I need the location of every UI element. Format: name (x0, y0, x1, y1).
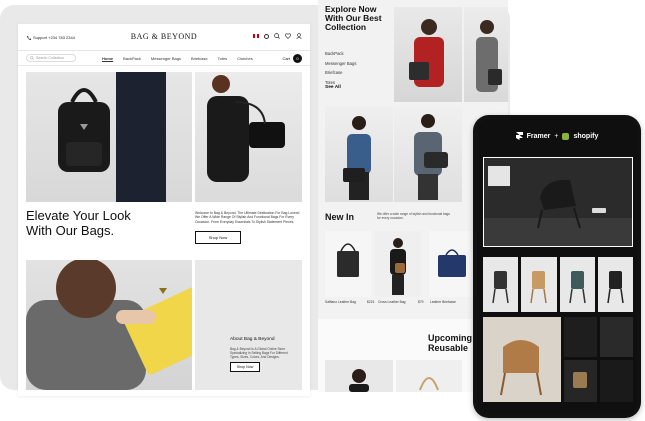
yellow-clutch-model-image (26, 260, 192, 390)
chair-thumbnail-row (483, 257, 633, 312)
dark-chair-icon (492, 271, 509, 304)
about-text: Bag & Beyond Is A Global Online Store Sp… (230, 347, 288, 359)
teal-chair-icon (568, 271, 586, 304)
framer-shopify-bar: Framer + shopify (477, 119, 637, 153)
search-input[interactable]: Search Collection (26, 54, 76, 62)
globe-icon[interactable] (264, 33, 269, 39)
header-icons (253, 33, 302, 39)
crossbody-model-image (390, 238, 406, 295)
shopify-label: shopify (573, 132, 599, 140)
product-card[interactable] (429, 231, 475, 297)
black-tote-image (337, 243, 359, 277)
model-denim-shirt-image (343, 116, 371, 200)
product-name: Cross Leather Bag (378, 300, 406, 304)
collection-image[interactable] (394, 7, 462, 102)
nav-links: Home BackPack Messenger Bags Briefcase T… (102, 56, 253, 61)
new-in-title: New In (325, 212, 355, 222)
chair-hero-image[interactable] (483, 157, 633, 247)
category-item[interactable]: Messenger Bags (325, 59, 356, 69)
shopify-bag-icon (562, 132, 570, 140)
chair-gallery (483, 317, 633, 402)
nav-item-clutches[interactable]: Clutches (237, 56, 253, 61)
upcoming-image[interactable] (325, 360, 393, 392)
flag-icon[interactable] (253, 34, 259, 38)
model-thumbnail-image (349, 369, 369, 392)
collection-image[interactable] (464, 7, 508, 102)
category-list: BackPack Messenger Bags Briefcase Totes (325, 49, 356, 87)
product-name: Saffiano Leather Bag (325, 300, 356, 304)
product-card[interactable] (325, 231, 371, 297)
nav-item-briefcase[interactable]: Briefcase (191, 56, 208, 61)
collection-image[interactable] (394, 106, 462, 202)
user-icon[interactable] (296, 33, 302, 39)
collection-image[interactable] (325, 106, 393, 202)
cart-count-badge: 0 (293, 54, 302, 63)
new-in-description: We offer a wide range of stylish and fun… (377, 212, 450, 220)
mobile-screen: Framer + shopify (477, 119, 637, 414)
mobile-device: Framer + shopify (473, 115, 641, 418)
product-card[interactable] (375, 231, 421, 297)
about-image (26, 260, 192, 390)
chair-thumbnail[interactable] (597, 257, 633, 312)
hero-right-image (195, 72, 302, 202)
backpack-model-image (58, 72, 166, 202)
hero-description: Welcome to Bag & Beyond, The Ultimate De… (195, 211, 300, 224)
upcoming-title: Upcoming Reusable (428, 333, 472, 353)
wood-chair-icon (530, 271, 547, 304)
heart-icon[interactable] (285, 33, 291, 39)
nav-item-home[interactable]: Home (102, 56, 113, 61)
search-placeholder: Search Collection (36, 56, 65, 60)
product-name: Leather Briefcase (430, 300, 456, 304)
search-icon[interactable] (274, 33, 280, 39)
hero-headline: Elevate Your Look With Our Bags. (26, 208, 131, 238)
framer-label: Framer (526, 132, 551, 140)
model-grey-coat-image (476, 20, 502, 92)
nav-item-messenger-bags[interactable]: Messenger Bags (151, 56, 181, 61)
chair-thumbnail[interactable] (559, 257, 595, 312)
model-red-jacket-image (409, 19, 444, 87)
hero-left-image (26, 72, 192, 202)
black-chair-icon (607, 271, 624, 304)
nav-item-totes[interactable]: Totes (218, 56, 228, 61)
navy-briefcase-image (438, 249, 466, 277)
model-grey-shirt-image (414, 114, 448, 200)
plus-separator: + (554, 132, 559, 140)
search-icon (30, 56, 34, 60)
chair-thumbnail[interactable] (483, 257, 519, 312)
explore-title: Explore Now With Our Best Collection (325, 4, 382, 33)
product-price: $215 (367, 300, 375, 304)
upcoming-image[interactable] (396, 360, 462, 392)
about-shop-now-button[interactable]: Shop Now (230, 362, 260, 372)
hero-shop-now-button[interactable]: Shop Now (195, 231, 241, 244)
cart-button[interactable]: Cart 0 (282, 54, 302, 63)
framer-logo-icon (515, 132, 523, 140)
product-price: $79 (418, 300, 424, 304)
chair-thumbnail[interactable] (521, 257, 557, 312)
lounge-chair-image (484, 158, 632, 246)
see-all-link[interactable]: See All (325, 85, 341, 90)
category-item[interactable]: BackPack (325, 49, 356, 59)
main-navbar: Search Collection Home BackPack Messenge… (18, 50, 310, 66)
category-item[interactable]: Briefcase (325, 68, 356, 78)
chair-gallery-image[interactable] (483, 317, 633, 402)
leather-jacket-model-image (207, 75, 285, 182)
cart-label: Cart (282, 56, 290, 61)
about-title: About Bag & Beyond (230, 337, 275, 342)
handbag-thumbnail-image (419, 377, 439, 391)
nav-item-backpack[interactable]: BackPack (123, 56, 141, 61)
